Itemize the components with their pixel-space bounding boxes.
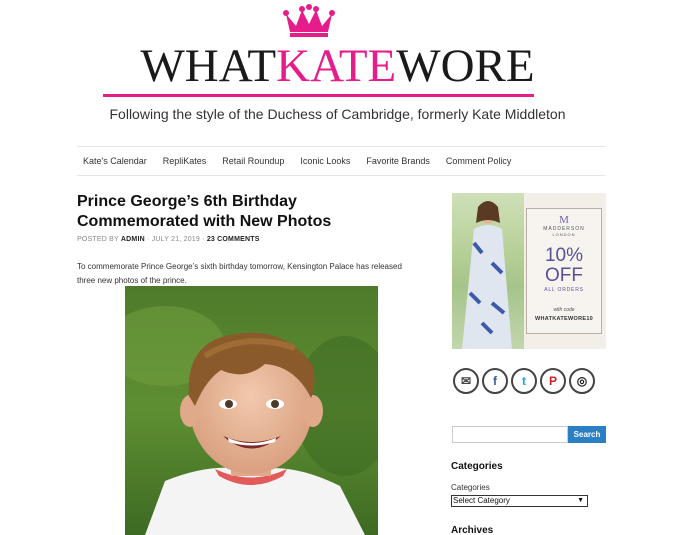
posted-by-label: POSTED BY: [77, 236, 119, 243]
instagram-icon[interactable]: ◎: [569, 368, 595, 394]
boy-photo-illustration: [125, 286, 378, 535]
post-title[interactable]: Prince George’s 6th Birthday Commemorate…: [77, 192, 397, 232]
ad-offer-box: M MADDERSON LONDON 10% OFF ALL ORDERS wi…: [526, 208, 602, 334]
chevron-down-icon: ▼: [577, 497, 584, 504]
logo-what: WHAT: [140, 40, 277, 92]
site-logo[interactable]: WHATKATEWORE: [0, 40, 675, 92]
nav-item-favorite-brands[interactable]: Favorite Brands: [366, 156, 430, 166]
facebook-icon[interactable]: f: [482, 368, 508, 394]
nav-item-replikates[interactable]: RepliKates: [163, 156, 207, 166]
site-header: WHATKATEWORE Following the style of the …: [0, 0, 675, 140]
post-photo: [125, 286, 378, 535]
ad-all-orders: ALL ORDERS: [544, 287, 584, 293]
archives-widget-title: Archives: [451, 525, 494, 535]
nav-item-comment-policy[interactable]: Comment Policy: [446, 156, 512, 166]
categories-label: Categories: [451, 483, 490, 492]
post-date: JULY 21, 2019: [151, 236, 200, 243]
sidebar-ad-madderson[interactable]: M MADDERSON LONDON 10% OFF ALL ORDERS wi…: [452, 193, 606, 349]
categories-widget-title: Categories: [451, 461, 503, 472]
category-select[interactable]: Select Category ▼: [451, 495, 588, 507]
post-comments-link[interactable]: 23 COMMENTS: [207, 236, 260, 243]
logo-kate: KATE: [276, 40, 397, 92]
post-intro: To commemorate Prince George’s sixth bir…: [77, 262, 402, 285]
nav-item-retail-roundup[interactable]: Retail Roundup: [222, 156, 284, 166]
search-button[interactable]: Search: [568, 426, 606, 443]
nav-item-kates-calendar[interactable]: Kate's Calendar: [83, 156, 147, 166]
search-input[interactable]: [452, 426, 568, 443]
crown-icon: [283, 4, 335, 37]
social-icons: ✉ f t P ◎: [453, 368, 595, 394]
ad-off: OFF: [545, 265, 583, 286]
email-icon[interactable]: ✉: [453, 368, 479, 394]
post-author[interactable]: ADMIN: [121, 236, 145, 243]
logo-wore: WORE: [396, 40, 535, 92]
ad-brand-logo: M: [559, 214, 569, 226]
nav-item-iconic-looks[interactable]: Iconic Looks: [300, 156, 350, 166]
post-meta: POSTED BY ADMIN · JULY 21, 2019 · 23 COM…: [77, 236, 260, 243]
main-nav: Kate's Calendar RepliKates Retail Roundu…: [77, 146, 605, 176]
site-tagline: Following the style of the Duchess of Ca…: [109, 106, 566, 122]
logo-divider: [103, 94, 534, 97]
ad-model-image: [452, 193, 524, 349]
search-form: Search: [452, 426, 606, 443]
ad-percent: 10%: [544, 245, 584, 266]
ad-with-code: with code: [553, 307, 575, 313]
twitter-icon[interactable]: t: [511, 368, 537, 394]
pinterest-icon[interactable]: P: [540, 368, 566, 394]
ad-brand-sub: LONDON: [552, 232, 576, 237]
ad-promo-code: WHATKATEWORE10: [534, 316, 594, 322]
category-select-value: Select Category: [453, 496, 510, 505]
